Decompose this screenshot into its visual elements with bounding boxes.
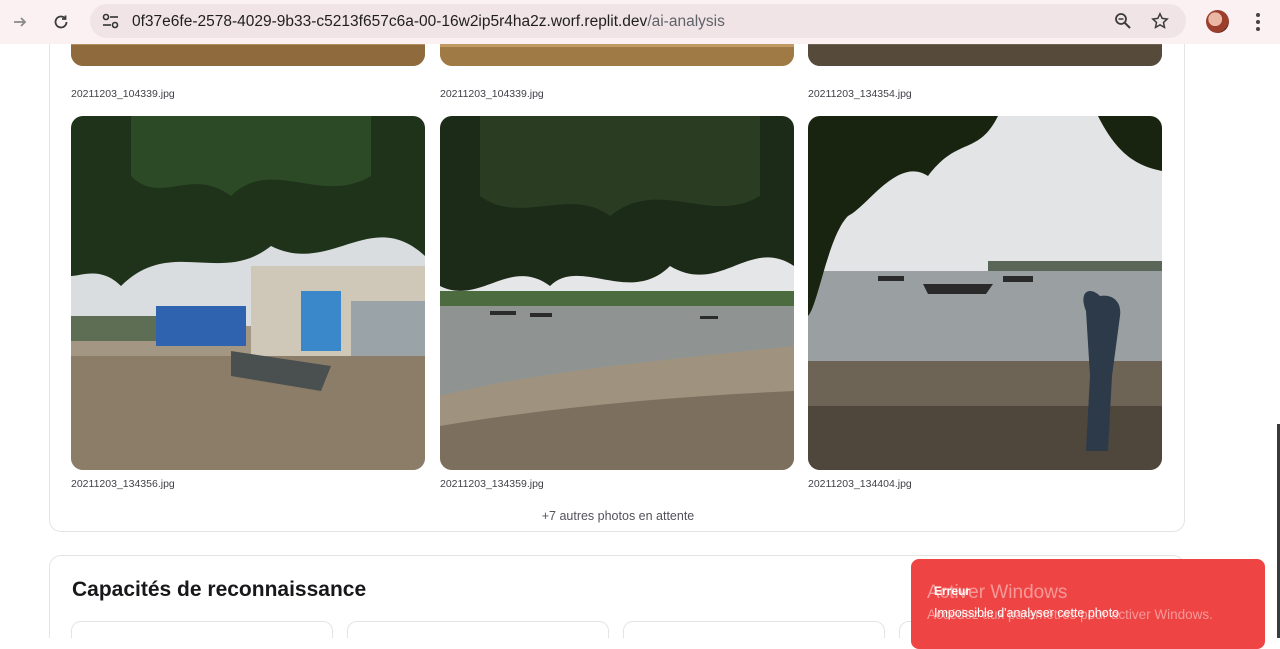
photo-thumbnail[interactable]: [71, 44, 425, 66]
forward-icon[interactable]: [6, 8, 34, 36]
photos-card: 20211203_104339.jpg 20211203_104339.jpg …: [49, 44, 1185, 532]
photo-thumbnail[interactable]: [808, 44, 1162, 66]
page-content: 20211203_104339.jpg 20211203_104339.jpg …: [0, 44, 1280, 638]
zoom-icon[interactable]: [1112, 10, 1134, 32]
url-path: /ai-analysis: [647, 13, 725, 30]
capability-card: [347, 621, 609, 638]
pending-photos-text: +7 autres photos en attente: [541, 509, 695, 523]
photo-filename: 20211203_134359.jpg: [440, 478, 544, 490]
photo-thumbnail[interactable]: [440, 116, 794, 470]
browser-toolbar: 0f37e6fe-2578-4029-9b33-c5213f657c6a-00-…: [0, 0, 1280, 44]
site-settings-icon[interactable]: [100, 11, 122, 31]
photo-thumbnail[interactable]: [440, 44, 794, 66]
menu-icon[interactable]: [1250, 10, 1266, 34]
photo-thumbnail[interactable]: [808, 116, 1162, 470]
photo-filename: 20211203_134356.jpg: [71, 478, 175, 490]
address-bar[interactable]: 0f37e6fe-2578-4029-9b33-c5213f657c6a-00-…: [90, 4, 1186, 38]
section-title: Capacités de reconnaissance: [72, 578, 367, 601]
photo-filename: 20211203_134404.jpg: [808, 478, 912, 490]
error-toast[interactable]: Erreur Impossible d'analyser cette photo: [911, 559, 1265, 649]
photo-thumbnail[interactable]: [71, 116, 425, 470]
windows-watermark-title: Activer Windows: [927, 582, 1068, 603]
profile-avatar-icon[interactable]: [1206, 10, 1229, 33]
photo-filename: 20211203_104339.jpg: [71, 88, 175, 100]
bookmark-star-icon[interactable]: [1149, 10, 1171, 32]
windows-watermark-subtitle: Accédez aux paramètres pour activer Wind…: [927, 607, 1213, 622]
url-text[interactable]: 0f37e6fe-2578-4029-9b33-c5213f657c6a-00-…: [132, 13, 725, 31]
photo-filename: 20211203_134354.jpg: [808, 88, 912, 100]
reload-icon[interactable]: [47, 8, 75, 36]
photo-filename: 20211203_104339.jpg: [440, 88, 544, 100]
url-host: 0f37e6fe-2578-4029-9b33-c5213f657c6a-00-…: [132, 13, 648, 30]
capability-card: [623, 621, 885, 638]
capability-card: [71, 621, 333, 638]
